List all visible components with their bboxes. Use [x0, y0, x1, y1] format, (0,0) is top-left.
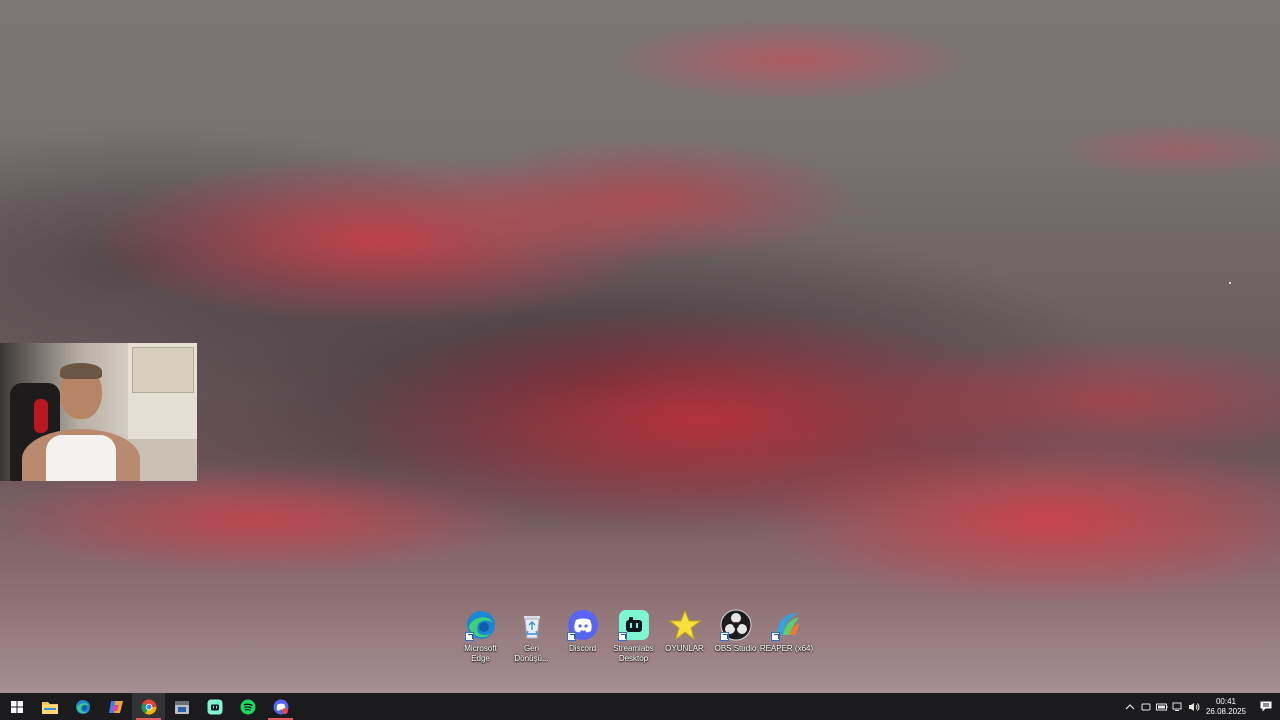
webcam-overlay [0, 343, 197, 481]
taskbar-file-explorer[interactable] [33, 693, 66, 720]
taskbar-discord[interactable] [264, 693, 297, 720]
star-folder-icon [668, 609, 701, 641]
clock-date: 26.08.2025 [1205, 706, 1247, 716]
clock-time: 00:41 [1215, 696, 1237, 706]
taskbar-edge[interactable] [66, 693, 99, 720]
shortcut-arrow-icon [617, 632, 627, 641]
network-icon[interactable] [1170, 693, 1186, 720]
webcam-person-hair [60, 363, 102, 379]
desktop-icon-oyunlar[interactable]: OYUNLAR [659, 609, 710, 664]
show-hidden-icons-chevron-icon[interactable] [1122, 693, 1138, 720]
desktop-icon-discord[interactable]: Discord [557, 609, 608, 664]
discord-icon [566, 609, 599, 641]
shortcut-arrow-icon [464, 632, 474, 641]
volume-icon[interactable] [1186, 693, 1202, 720]
desktop-icon-reaper[interactable]: REAPER (x64) [760, 609, 813, 664]
webcam-cabinet [132, 347, 194, 393]
desktop-icon-streamlabs[interactable]: Streamlabs Desktop [608, 609, 659, 664]
meet-now-icon[interactable] [1138, 693, 1154, 720]
shortcut-arrow-icon [770, 632, 780, 641]
obs-icon [719, 609, 752, 641]
webcam-person-shirt [46, 435, 116, 481]
discord-icon [273, 699, 288, 714]
chrome-icon [140, 699, 156, 715]
battery-icon[interactable] [1154, 693, 1170, 720]
streamlabs-icon [207, 699, 222, 714]
desktop-icon-microsoft-edge[interactable]: Microsoft Edge [455, 609, 506, 664]
system-tray: 00:41 26.08.2025 [1122, 693, 1280, 720]
taskbar-streamlabs[interactable] [198, 693, 231, 720]
edge-icon [464, 609, 497, 641]
windows-icon [10, 700, 23, 713]
folder-icon [41, 701, 58, 714]
notification-icon [1260, 701, 1272, 712]
start-button[interactable] [0, 693, 33, 720]
streamlabs-icon [617, 609, 650, 641]
recycle-bin-icon [516, 609, 548, 641]
reaper-icon [770, 609, 803, 641]
taskbar-spotify[interactable] [231, 693, 264, 720]
copilot-icon [108, 700, 123, 713]
taskbar: 00:41 26.08.2025 [0, 693, 1280, 720]
desktop-icon-recycle-bin[interactable]: Geri Dönüşü... [506, 609, 557, 664]
taskbar-clock[interactable]: 00:41 26.08.2025 [1204, 697, 1248, 717]
notification-center-button[interactable] [1252, 693, 1280, 720]
calendar-app-icon [174, 700, 189, 714]
taskbar-copilot[interactable] [99, 693, 132, 720]
edge-icon [75, 699, 90, 714]
cursor-dot [1229, 282, 1231, 284]
desktop-icons: Microsoft Edge Geri Dönüşü... Discord St… [455, 609, 813, 664]
desktop-icon-label: REAPER (x64) [759, 644, 814, 653]
taskbar-calendar-app[interactable] [165, 693, 198, 720]
desktop-icon-obs-studio[interactable]: OBS Studio [710, 609, 761, 664]
spotify-icon [240, 699, 255, 714]
webcam-chair-accent [34, 399, 48, 433]
shortcut-arrow-icon [566, 632, 576, 641]
taskbar-chrome[interactable] [132, 693, 165, 720]
shortcut-arrow-icon [719, 632, 729, 641]
